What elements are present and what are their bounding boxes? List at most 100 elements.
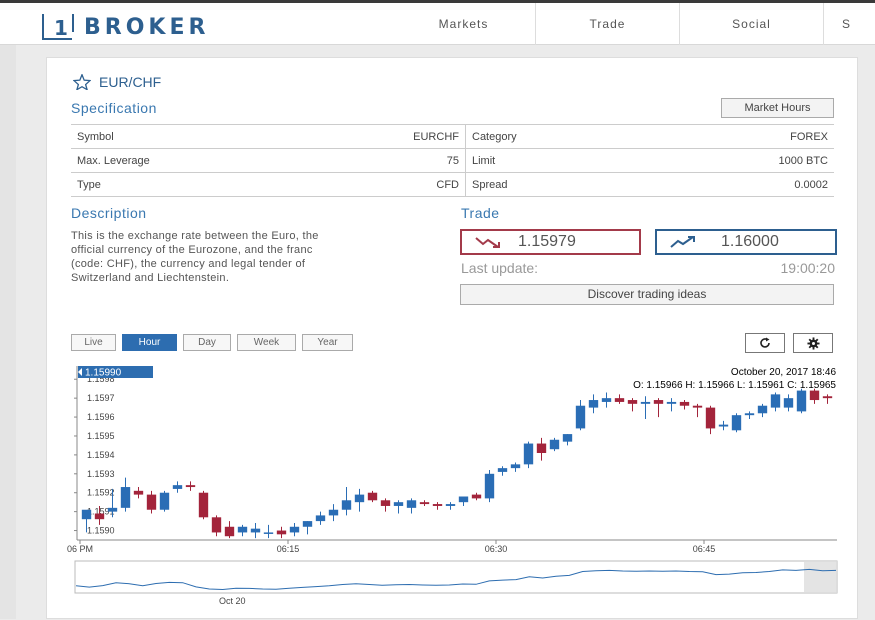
broker-logo[interactable]: 1 BROKER: [42, 12, 209, 42]
candle: [744, 411, 755, 419]
sell-price: 1.15979: [518, 233, 576, 250]
y-tick-label: 1.1596: [87, 412, 115, 422]
candle: [484, 470, 495, 503]
nav-truncated[interactable]: S: [824, 3, 864, 45]
price-chart[interactable]: 1.15981.15971.15961.15951.15941.15931.15…: [47, 358, 857, 620]
spec-key: Spread: [465, 172, 628, 197]
candle-body: [523, 443, 534, 465]
star-icon[interactable]: [73, 74, 91, 90]
y-axis: 1.15981.15971.15961.15951.15941.15931.15…: [74, 366, 115, 540]
last-update-time: 19:00:20: [780, 260, 836, 276]
candle: [783, 394, 794, 412]
candle: [354, 488, 365, 512]
candle-body: [146, 494, 157, 510]
candle: [692, 403, 703, 418]
tab-year[interactable]: Year: [302, 334, 353, 351]
candle: [341, 487, 352, 516]
nav-markets[interactable]: Markets: [392, 3, 536, 45]
spec-key: Max. Leverage: [71, 148, 233, 173]
market-hours-button[interactable]: Market Hours: [721, 98, 834, 118]
candle-body: [159, 492, 170, 510]
main-nav: Markets Trade Social S: [392, 3, 864, 45]
candle-body: [367, 492, 378, 501]
candle: [796, 388, 807, 414]
spec-value: FOREX: [628, 124, 834, 149]
timeframe-tabs: Live Hour Day Week Year: [71, 334, 353, 351]
candle-body: [809, 390, 820, 401]
candle: [406, 498, 417, 514]
chart-settings-button[interactable]: [793, 333, 833, 353]
y-tick-label: 1.1594: [87, 450, 115, 460]
spec-row: Max. Leverage 75 Limit 1000 BTC: [71, 148, 834, 173]
tab-hour[interactable]: Hour: [122, 334, 177, 351]
candle: [172, 481, 183, 493]
instrument-title: EUR/CHF: [73, 74, 161, 90]
candle: [601, 392, 612, 408]
candle: [120, 477, 131, 512]
candle: [471, 492, 482, 501]
navigator-frame: [74, 560, 838, 594]
tab-day[interactable]: Day: [183, 334, 231, 351]
y-tick-label: 1.1593: [87, 469, 115, 479]
candle-body: [198, 492, 209, 518]
candle-body: [354, 494, 365, 503]
navigator-date-label: Oct 20: [219, 596, 246, 606]
buy-button[interactable]: 1.16000: [655, 229, 837, 255]
candle-body: [510, 464, 521, 469]
candle-body: [185, 485, 196, 488]
specification-heading: Specification: [71, 100, 157, 116]
candle-body: [237, 526, 248, 533]
nav-social[interactable]: Social: [680, 3, 824, 45]
spec-row: Symbol EURCHF Category FOREX: [71, 124, 834, 149]
candle-body: [770, 394, 781, 408]
candle-body: [211, 517, 222, 533]
candle: [224, 521, 235, 539]
candle: [653, 398, 664, 418]
discover-trading-ideas-button[interactable]: Discover trading ideas: [460, 284, 834, 305]
current-price-label: 1.15990: [85, 368, 122, 379]
buy-price: 1.16000: [721, 233, 779, 250]
gear-icon: [806, 336, 820, 350]
candle-body: [484, 473, 495, 499]
candle: [302, 521, 313, 535]
instrument-card: EUR/CHF Specification Market Hours Symbo…: [46, 57, 858, 619]
candle-body: [627, 400, 638, 404]
logo-text: BROKER: [84, 14, 210, 40]
sell-button[interactable]: 1.15979: [460, 229, 641, 255]
candle-body: [562, 434, 573, 442]
candle: [549, 437, 560, 452]
tab-week[interactable]: Week: [237, 334, 296, 351]
navigator[interactable]: Oct 20: [74, 560, 838, 606]
trend-up-icon: [670, 236, 695, 248]
refresh-icon: [760, 337, 770, 348]
candle: [133, 487, 144, 499]
instrument-name: EUR/CHF: [99, 74, 162, 90]
candle-body: [653, 400, 664, 404]
description-line: Switzerland and Liechtenstein.: [71, 272, 230, 284]
last-update-label: Last update:: [461, 260, 539, 276]
candle-body: [536, 443, 547, 453]
spec-value: 1000 BTC: [628, 148, 834, 173]
candle: [536, 437, 547, 461]
nav-trade[interactable]: Trade: [536, 3, 680, 45]
candle-body: [107, 507, 118, 512]
description-line: official currency of the Eurozone, and t…: [71, 244, 313, 256]
candle: [575, 400, 586, 431]
current-price-marker: 1.15990: [78, 366, 153, 379]
refresh-button[interactable]: [745, 333, 785, 353]
candle-body: [471, 494, 482, 499]
candle: [380, 498, 391, 512]
candle: [393, 500, 404, 514]
candle-body: [549, 439, 560, 450]
candle-body: [458, 496, 469, 503]
candle: [640, 396, 651, 419]
candle-body: [289, 526, 300, 533]
navigator-selection[interactable]: [804, 561, 837, 593]
x-tick-label: 06:15: [277, 544, 300, 554]
spec-key: Symbol: [71, 124, 233, 149]
candle: [770, 392, 781, 412]
y-tick-label: 1.1592: [87, 488, 115, 498]
candle-body: [445, 504, 456, 506]
tab-live[interactable]: Live: [71, 334, 116, 351]
candle-body: [328, 509, 339, 516]
